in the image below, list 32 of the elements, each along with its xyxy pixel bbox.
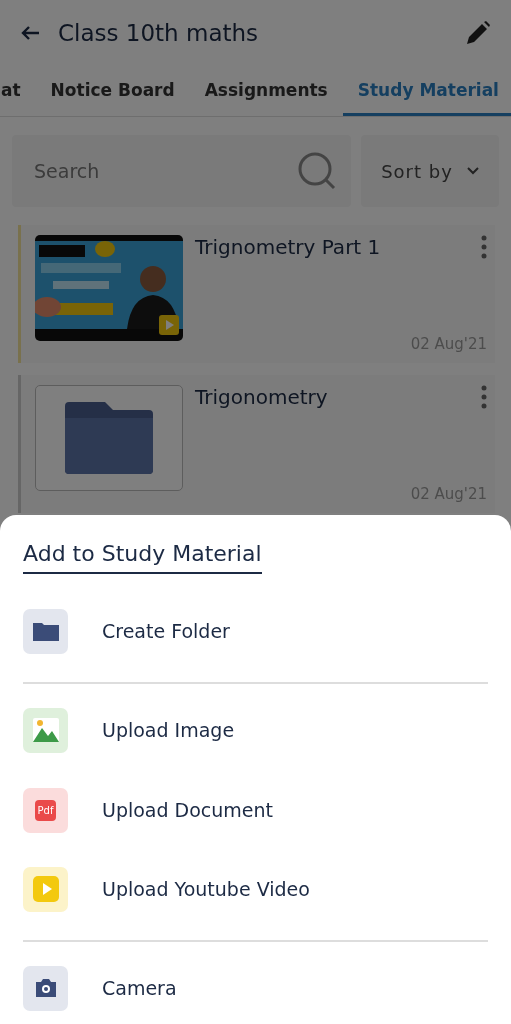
camera-icon bbox=[33, 978, 58, 998]
option-label[interactable]: Create Folder bbox=[102, 620, 230, 642]
tab[interactable]: Notice Board bbox=[35, 66, 190, 116]
option-label[interactable]: Camera bbox=[102, 977, 177, 999]
pdf-icon: Pdf bbox=[34, 799, 57, 821]
option-label[interactable]: Upload Image bbox=[102, 719, 235, 741]
option-row[interactable]: Upload Youtube Video bbox=[23, 850, 488, 942]
more-icon[interactable] bbox=[481, 235, 487, 259]
option-label[interactable]: Upload Document bbox=[102, 799, 274, 821]
material-title: Trignometry Part 1 bbox=[195, 235, 381, 259]
sort-dropdown[interactable]: Sort by bbox=[361, 135, 499, 207]
class-title: Class 10th maths bbox=[58, 20, 260, 46]
play-icon bbox=[32, 876, 59, 902]
tab[interactable]: at bbox=[0, 66, 36, 116]
option-label[interactable]: Upload Youtube Video bbox=[102, 878, 310, 900]
folder-icon bbox=[65, 402, 153, 474]
search-bar[interactable]: Search bbox=[12, 135, 351, 207]
tab[interactable]: Assignments bbox=[189, 66, 343, 116]
pencil-icon[interactable] bbox=[465, 20, 491, 46]
material-title: Trigonometry bbox=[195, 385, 328, 409]
folder-icon bbox=[32, 621, 59, 641]
back-arrow-icon[interactable] bbox=[20, 25, 40, 41]
image-icon bbox=[31, 717, 60, 743]
option-row[interactable]: Camera bbox=[23, 948, 488, 1024]
sheet-title: Add to Study Material bbox=[23, 541, 262, 574]
more-icon[interactable] bbox=[481, 385, 487, 409]
search-icon bbox=[297, 151, 337, 191]
option-row[interactable]: Create Folder bbox=[23, 592, 488, 684]
chevron-down-icon bbox=[466, 167, 479, 175]
option-row[interactable]: Upload Image bbox=[23, 690, 488, 770]
search-field[interactable]: Search bbox=[32, 159, 297, 183]
option-row[interactable]: Pdf Upload Document bbox=[23, 770, 488, 850]
